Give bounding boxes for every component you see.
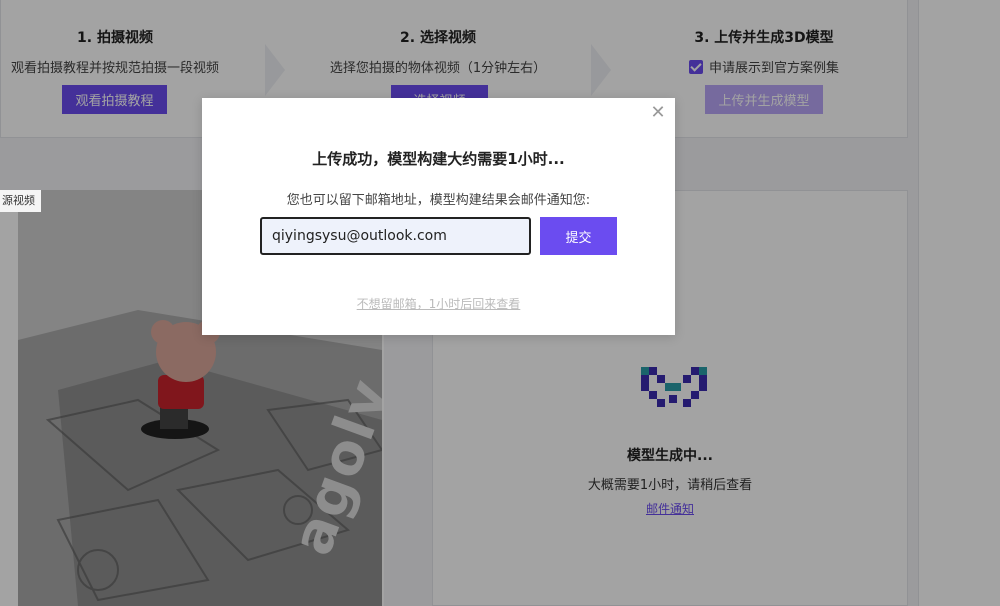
close-icon[interactable]: ✕ [649,104,667,122]
email-field[interactable] [260,217,531,255]
dialog-description: 您也可以留下邮箱地址，模型构建结果会邮件通知您: [286,193,591,208]
upload-success-dialog: ✕ 上传成功，模型构建大约需要1小时... 您也可以留下邮箱地址，模型构建结果会… [202,98,675,335]
submit-button[interactable]: 提交 [540,217,617,255]
dialog-title: 上传成功，模型构建大约需要1小时... [312,150,565,168]
page: 1. 拍摄视频 观看拍摄教程并按规范拍摄一段视频 观看拍摄教程 2. 选择视频 … [0,0,1000,606]
skip-email-link[interactable]: 不想留邮箱，1小时后回来查看 [202,295,675,312]
source-video-tag: 源视频 [0,190,41,212]
